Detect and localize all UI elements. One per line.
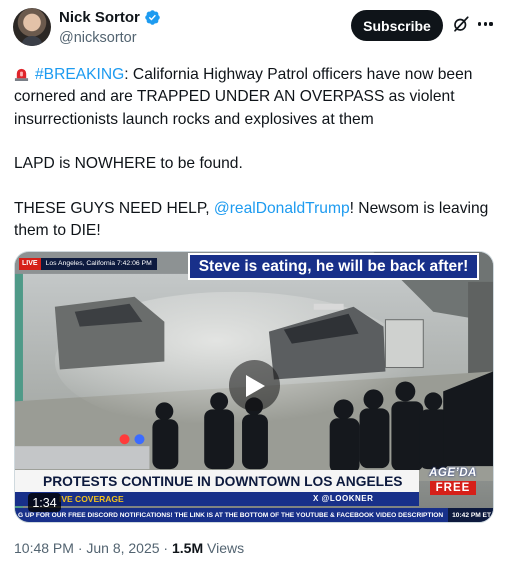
video-duration: 1:34: [28, 493, 61, 512]
coverage-label: IVE COVERAGE: [59, 494, 124, 504]
news-ticker: G UP FOR OUR FREE DISCORD NOTIFICATIONS!…: [15, 508, 493, 522]
video-sub-strip: IVE COVERAGE X @LOOKNER: [15, 492, 419, 506]
subscribe-button[interactable]: Subscribe: [351, 10, 443, 41]
live-location-bar: LIVE Los Angeles, California 7:42:06 PM: [19, 258, 157, 270]
more-icon[interactable]: [478, 16, 496, 32]
post-paragraph-lapd: LAPD is NOWHERE to be found.: [14, 155, 243, 173]
play-icon: [245, 374, 265, 397]
ticker-text: G UP FOR OUR FREE DISCORD NOTIFICATIONS!…: [18, 512, 444, 519]
logo-top-text: AGE’DA: [429, 467, 477, 479]
post-paragraph-help: THESE GUYS NEED HELP, @realDonaldTrump! …: [14, 198, 494, 243]
tweet: Nick Sortor @nicksortor Subscribe #BREAK…: [0, 0, 509, 564]
display-name[interactable]: Nick Sortor: [59, 9, 140, 26]
location-time-label: Los Angeles, California 7:42:06 PM: [45, 260, 152, 267]
video-overlay-banner: Steve is eating, he will be back after!: [188, 253, 479, 280]
video-player[interactable]: LIVE Los Angeles, California 7:42:06 PM …: [14, 251, 494, 523]
avatar[interactable]: [13, 8, 51, 46]
views-count: 1.5M: [171, 540, 204, 556]
author-handle[interactable]: @nicksortor: [59, 30, 137, 46]
views-label: Views: [203, 540, 245, 556]
siren-icon: [14, 68, 29, 81]
verified-badge-icon: [145, 10, 160, 25]
video-headline: PROTESTS CONTINUE IN DOWNTOWN LOS ANGELE…: [15, 470, 419, 492]
post-paragraph-breaking: #BREAKING: California Highway Patrol off…: [14, 64, 494, 131]
post-text-3a: THESE GUYS NEED HELP,: [14, 199, 214, 217]
logo-bottom-text: FREE: [429, 481, 477, 495]
live-badge: LIVE: [19, 258, 41, 270]
credit-label: X @LOOKNER: [313, 494, 374, 503]
breaking-hashtag-link[interactable]: #BREAKING: [35, 66, 124, 83]
agenda-free-logo: AGE’DA FREE: [424, 466, 482, 500]
ticker-time: 10:42 PM ET: [448, 508, 493, 522]
post-text: #BREAKING: California Highway Patrol off…: [14, 64, 494, 242]
post-timestamp[interactable]: 10:48 PM · Jun 8, 2025 ·: [14, 540, 172, 556]
author-name-row: Nick Sortor: [59, 9, 161, 26]
post-meta: 10:48 PM · Jun 8, 2025 · 1.5M Views: [14, 540, 244, 556]
play-button[interactable]: [229, 360, 280, 411]
grok-icon[interactable]: [452, 15, 470, 33]
mention-link[interactable]: @realDonaldTrump: [214, 200, 350, 217]
